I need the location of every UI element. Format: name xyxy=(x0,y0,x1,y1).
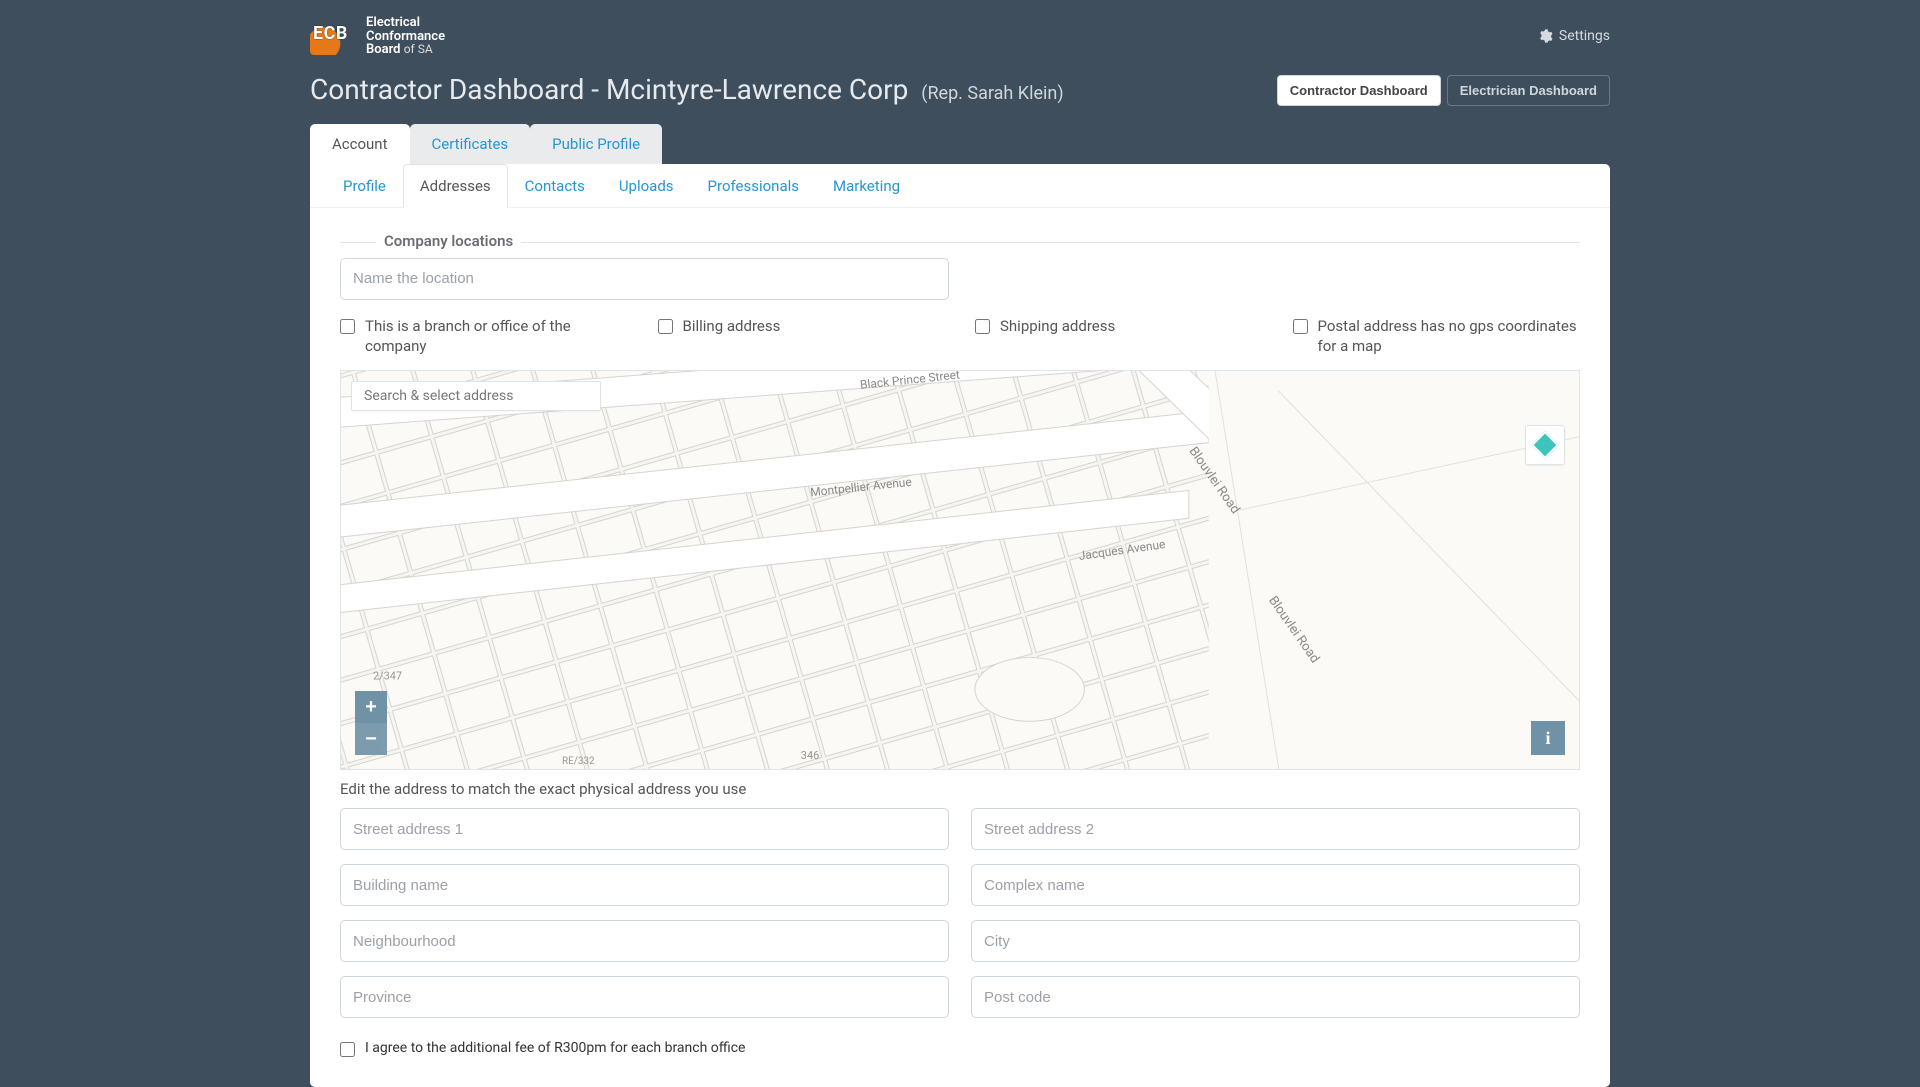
zoom-out-button[interactable]: − xyxy=(355,723,387,755)
map-search-input[interactable]: Search & select address xyxy=(351,381,601,411)
gear-icon xyxy=(1537,28,1553,44)
company-locations-legend: Company locations xyxy=(376,232,521,250)
complex-input[interactable] xyxy=(971,864,1580,906)
subtab-uploads[interactable]: Uploads xyxy=(602,164,691,208)
subtab-profile[interactable]: Profile xyxy=(326,164,403,208)
map-layer-toggle[interactable] xyxy=(1525,425,1565,465)
postal-no-gps-label[interactable]: Postal address has no gps coordinates fo… xyxy=(1318,316,1581,357)
zoom-in-button[interactable]: + xyxy=(355,691,387,723)
shipping-checkbox[interactable] xyxy=(975,319,990,334)
subtab-marketing[interactable]: Marketing xyxy=(816,164,917,208)
page-title-rep: (Rep. Sarah Klein) xyxy=(921,83,1063,104)
map-info-button[interactable]: i xyxy=(1531,721,1565,755)
subtab-addresses[interactable]: Addresses xyxy=(403,164,508,208)
neighbourhood-input[interactable] xyxy=(340,920,949,962)
tab-account[interactable]: Account xyxy=(310,124,410,164)
billing-label[interactable]: Billing address xyxy=(683,316,781,336)
brand-line2: Conformance xyxy=(366,30,445,44)
tab-certificates[interactable]: Certificates xyxy=(410,124,531,164)
legend-divider xyxy=(340,242,1580,243)
parcel-a: 2/347 xyxy=(373,670,402,683)
city-input[interactable] xyxy=(971,920,1580,962)
parcel-c: RE/332 xyxy=(562,756,595,767)
parcel-b: 346 xyxy=(801,749,819,762)
brand-line3: Board xyxy=(366,42,400,57)
subtab-professionals[interactable]: Professionals xyxy=(691,164,816,208)
contractor-dashboard-button[interactable]: Contractor Dashboard xyxy=(1277,75,1441,106)
branch-label[interactable]: This is a branch or office of the compan… xyxy=(365,316,628,357)
brand-logo: Electrical Conformance Board of SA xyxy=(310,16,445,57)
settings-link[interactable]: Settings xyxy=(1537,28,1610,44)
agree-fee-label[interactable]: I agree to the additional fee of R300pm … xyxy=(365,1040,745,1056)
postal-no-gps-checkbox[interactable] xyxy=(1293,319,1308,334)
tab-public-profile[interactable]: Public Profile xyxy=(530,124,662,164)
brand-suffix: of SA xyxy=(404,42,433,56)
layer-icon xyxy=(1531,431,1559,459)
page-title-text: Contractor Dashboard - Mcintyre-Lawrence… xyxy=(310,73,908,106)
brand-text: Electrical Conformance Board of SA xyxy=(366,16,445,57)
settings-label: Settings xyxy=(1559,28,1610,44)
billing-checkbox[interactable] xyxy=(658,319,673,334)
street2-input[interactable] xyxy=(971,808,1580,850)
edit-address-hint: Edit the address to match the exact phys… xyxy=(340,780,1580,798)
map-canvas[interactable]: Black Prince Street Montpellier Avenue J… xyxy=(341,371,1579,769)
map-container[interactable]: Black Prince Street Montpellier Avenue J… xyxy=(340,370,1580,770)
subtab-contacts[interactable]: Contacts xyxy=(508,164,602,208)
shipping-label[interactable]: Shipping address xyxy=(1000,316,1115,336)
page-title: Contractor Dashboard - Mcintyre-Lawrence… xyxy=(310,73,1064,106)
province-input[interactable] xyxy=(340,976,949,1018)
postcode-input[interactable] xyxy=(971,976,1580,1018)
street1-input[interactable] xyxy=(340,808,949,850)
logo-mark xyxy=(310,17,356,55)
agree-fee-checkbox[interactable] xyxy=(340,1042,355,1057)
location-name-input[interactable] xyxy=(340,258,949,300)
electrician-dashboard-button[interactable]: Electrician Dashboard xyxy=(1447,75,1610,106)
brand-line1: Electrical xyxy=(366,16,445,30)
branch-checkbox[interactable] xyxy=(340,319,355,334)
building-input[interactable] xyxy=(340,864,949,906)
